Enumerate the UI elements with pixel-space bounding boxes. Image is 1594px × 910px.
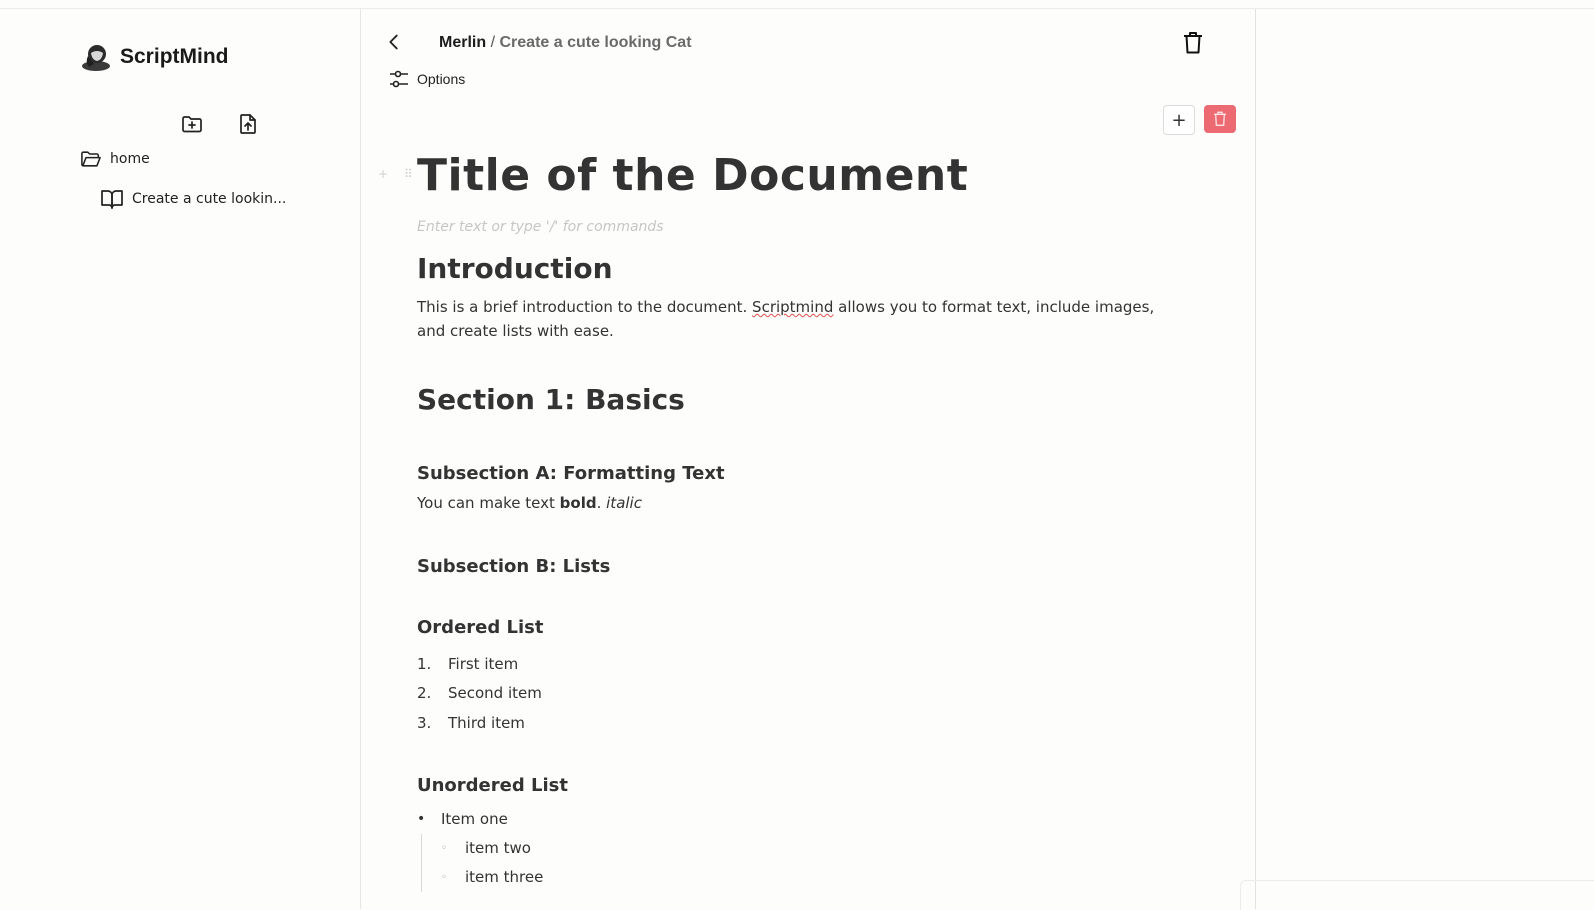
list-number: 1. xyxy=(417,654,432,673)
heading-section-1[interactable]: Section 1: Basics xyxy=(417,380,1157,420)
list-number: 3. xyxy=(417,713,432,732)
document-body[interactable]: Title of the Document Enter text or type… xyxy=(417,141,1157,892)
list-item[interactable]: ◦ item two xyxy=(441,834,1157,863)
list-number: 2. xyxy=(417,684,432,703)
document-title[interactable]: Title of the Document xyxy=(417,141,1157,211)
delete-document-button[interactable] xyxy=(1183,31,1203,59)
unordered-list: • Item one ◦ item two ◦ item three xyxy=(417,805,1157,892)
delete-block-button[interactable] xyxy=(1204,105,1236,133)
tree-folder-label: home xyxy=(110,151,150,167)
heading-unordered-list[interactable]: Unordered List xyxy=(417,772,1157,799)
breadcrumb-current: Create a cute looking Cat xyxy=(499,34,692,51)
bullet-icon: • xyxy=(417,811,426,827)
back-button[interactable] xyxy=(383,31,405,57)
ordered-list: 1. First item 2. Second item 3. Third item xyxy=(417,649,1157,738)
nested-list: ◦ item two ◦ item three xyxy=(421,833,1157,892)
list-item-text: Item one xyxy=(441,810,508,828)
tree-document-label: Create a cute lookin... xyxy=(132,191,287,207)
introduction-paragraph[interactable]: This is a brief introduction to the docu… xyxy=(417,295,1157,343)
trash-icon xyxy=(1214,111,1226,126)
formatting-separator: . xyxy=(596,494,607,512)
bold-text: bold xyxy=(559,494,597,512)
breadcrumb-root[interactable]: Merlin xyxy=(439,34,486,51)
misspelled-word: Scriptmind xyxy=(752,298,834,316)
sidebar: ScriptMind home Create a cute lookin... xyxy=(0,9,361,909)
add-block-button[interactable]: + xyxy=(1163,105,1195,135)
options-label: Options xyxy=(417,71,466,87)
sliders-icon xyxy=(390,70,408,88)
list-item[interactable]: ◦ item three xyxy=(441,863,1157,892)
folder-plus-icon xyxy=(182,116,202,133)
breadcrumb: Merlin / Create a cute looking Cat xyxy=(439,34,692,52)
folder-open-icon xyxy=(81,151,101,167)
block-drag-handle[interactable]: + ⠿ xyxy=(378,167,419,181)
list-item[interactable]: 3. Third item xyxy=(417,708,1157,738)
intro-text-start: This is a brief introduction to the docu… xyxy=(417,298,753,316)
list-item-text: First item xyxy=(448,654,519,673)
list-item[interactable]: 1. First item xyxy=(417,649,1157,679)
formatting-prefix: You can make text xyxy=(417,494,560,512)
tree-document-item[interactable]: Create a cute lookin... xyxy=(100,188,286,210)
right-panel-corner xyxy=(1240,880,1594,910)
hollow-bullet-icon: ◦ xyxy=(441,871,447,883)
tree-folder-home[interactable]: home xyxy=(80,149,150,169)
list-item[interactable]: 2. Second item xyxy=(417,679,1157,709)
sidebar-actions xyxy=(180,112,260,136)
brand-name: ScriptMind xyxy=(120,45,229,68)
brand[interactable]: ScriptMind xyxy=(80,41,229,73)
breadcrumb-separator: / xyxy=(490,34,496,51)
italic-text: italic xyxy=(606,494,642,512)
file-upload-icon xyxy=(240,114,256,134)
heading-introduction[interactable]: Introduction xyxy=(417,249,1157,289)
formatting-paragraph[interactable]: You can make text bold. italic xyxy=(417,493,1157,513)
list-item-text: Second item xyxy=(448,684,542,703)
heading-subsection-a[interactable]: Subsection A: Formatting Text xyxy=(417,460,1157,487)
new-folder-button[interactable] xyxy=(180,112,204,136)
list-item-text: item two xyxy=(465,839,531,857)
list-item[interactable]: • Item one xyxy=(417,805,1157,834)
upload-file-button[interactable] xyxy=(236,112,260,136)
heading-subsection-b[interactable]: Subsection B: Lists xyxy=(417,553,1157,580)
editor-placeholder[interactable]: Enter text or type '/' for commands xyxy=(417,215,1157,239)
book-open-icon xyxy=(101,190,123,209)
heading-ordered-list[interactable]: Ordered List xyxy=(417,614,1157,641)
list-item-text: Third item xyxy=(448,713,525,732)
options-button[interactable]: Options xyxy=(389,69,465,89)
trash-icon xyxy=(1184,32,1202,54)
hollow-bullet-icon: ◦ xyxy=(441,842,447,854)
list-item-text: item three xyxy=(465,868,544,886)
chevron-left-icon xyxy=(389,34,398,50)
editor-panel: Merlin / Create a cute looking Cat Optio… xyxy=(361,9,1256,909)
scriptmind-logo-icon xyxy=(82,45,110,71)
